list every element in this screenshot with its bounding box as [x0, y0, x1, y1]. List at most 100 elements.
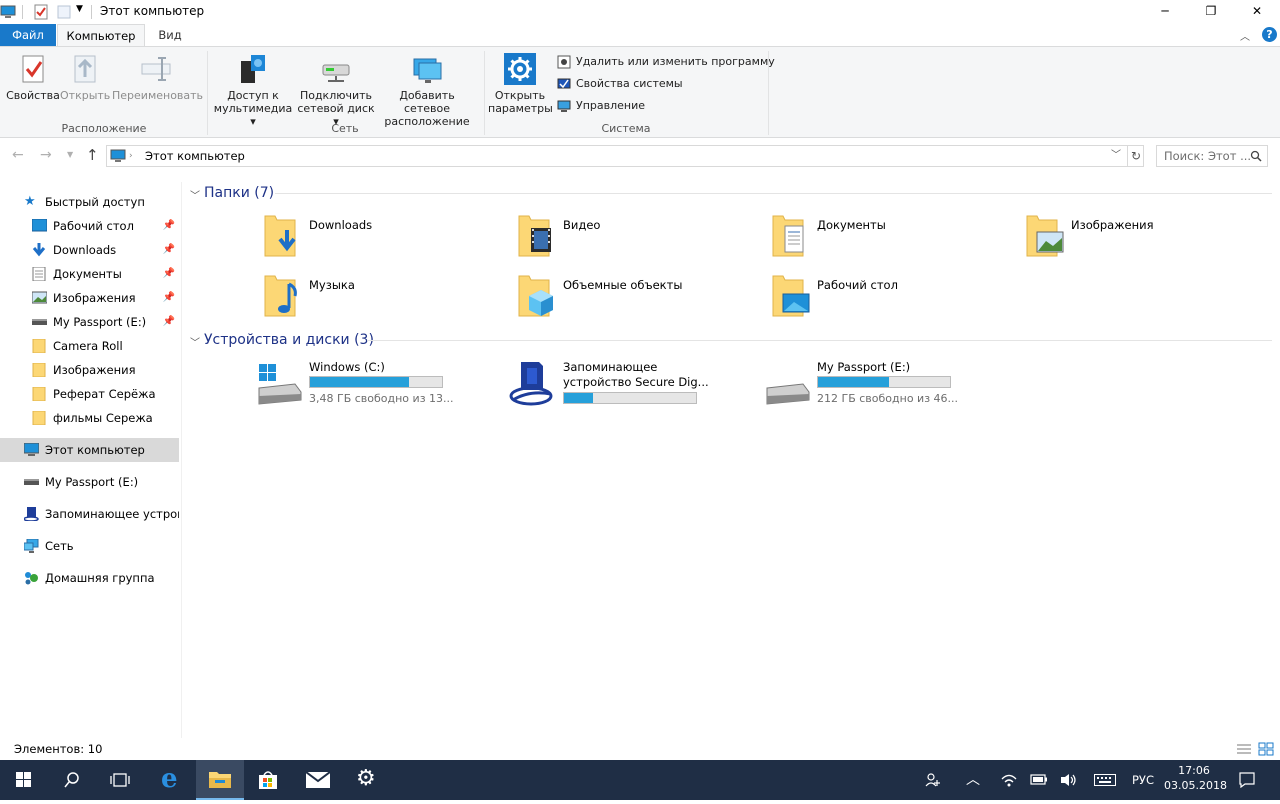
nav-item-documents[interactable]: Документы 📌 — [0, 262, 179, 286]
settings-taskbar-button[interactable]: ⚙ — [342, 760, 390, 800]
touch-keyboard-icon[interactable] — [1088, 760, 1122, 800]
nav-item-camera-roll[interactable]: Camera Roll — [0, 334, 179, 358]
drive-tile-sd[interactable]: Запоминающее устройство Secure Dig... — [509, 360, 759, 410]
search-taskbar-button[interactable] — [48, 760, 96, 800]
nav-item-my-passport[interactable]: My Passport (E:) 📌 — [0, 310, 179, 334]
windows-drive-icon — [255, 360, 303, 408]
this-pc-icon[interactable] — [0, 4, 16, 20]
map-network-drive-button[interactable]: Подключить сетевой диск ▾ — [296, 53, 376, 128]
drive-usage-fill — [564, 393, 594, 403]
nav-item-desktop[interactable]: Рабочий стол 📌 — [0, 214, 179, 238]
media-access-button[interactable]: Доступ к мультимедиа ▾ — [210, 53, 296, 128]
nav-this-pc[interactable]: Этот компьютер — [0, 438, 179, 462]
nav-item-downloads[interactable]: Downloads 📌 — [0, 238, 179, 262]
pin-icon: 📌 — [162, 244, 175, 255]
task-view-button[interactable] — [96, 760, 144, 800]
clock[interactable]: 17:06 03.05.2018 — [1164, 760, 1227, 800]
folder-tile-music[interactable]: Музыка — [261, 272, 501, 322]
folder-tile-desktop[interactable]: Рабочий стол — [769, 272, 1009, 322]
action-center-icon[interactable] — [1232, 760, 1262, 800]
folder-tile-video[interactable]: Видео — [515, 212, 755, 262]
breadcrumb-chevron-icon[interactable]: › — [129, 146, 133, 166]
address-dropdown-icon[interactable]: ﹀ — [1111, 146, 1121, 166]
add-network-location-button[interactable]: Добавить сетевое расположение — [378, 53, 476, 128]
start-button[interactable] — [0, 760, 48, 800]
collapse-chevron-icon[interactable]: ﹀ — [190, 187, 200, 202]
up-arrow-icon[interactable]: ↑ — [86, 146, 99, 164]
address-box[interactable]: › Этот компьютер ﹀ ↻ — [106, 145, 1144, 167]
wifi-icon[interactable] — [994, 760, 1024, 800]
nav-homegroup[interactable]: Домашняя группа — [0, 566, 179, 590]
details-view-icon[interactable] — [1236, 742, 1252, 756]
folder-tile-3d-objects[interactable]: Объемные объекты — [515, 272, 755, 322]
forward-arrow-icon[interactable]: → — [40, 147, 52, 163]
manage-button[interactable]: Управление — [556, 96, 645, 116]
minimize-button[interactable]: ─ — [1142, 0, 1188, 24]
devices-heading[interactable]: Устройства и диски (3) — [204, 329, 374, 351]
window-title: Этот компьютер — [100, 4, 205, 18]
folder-tile-downloads[interactable]: Downloads — [261, 212, 501, 262]
tab-computer[interactable]: Компьютер — [57, 24, 145, 47]
store-taskbar-button[interactable] — [244, 760, 292, 800]
folders-heading[interactable]: Папки (7) — [204, 182, 274, 204]
nav-item-referat[interactable]: Реферат Серёжа — [0, 382, 179, 406]
language-indicator[interactable]: РУС — [1126, 760, 1160, 800]
search-input[interactable]: Поиск: Этот ... — [1156, 145, 1268, 167]
drive-tile-e[interactable]: My Passport (E:) 212 ГБ свободно из 46..… — [763, 360, 1013, 410]
pictures-icon — [32, 291, 47, 304]
external-drive-icon — [763, 360, 811, 408]
nav-quick-access[interactable]: ★ Быстрый доступ — [0, 190, 179, 214]
nav-item-images[interactable]: Изображения — [0, 358, 179, 382]
new-folder-qat-icon[interactable] — [56, 4, 72, 20]
file-explorer-taskbar-button[interactable] — [196, 760, 244, 800]
tab-view[interactable]: Вид — [146, 24, 194, 46]
nav-item-pictures[interactable]: Изображения 📌 — [0, 286, 179, 310]
rename-button[interactable]: Переименовать — [112, 53, 203, 102]
tab-file[interactable]: Файл — [0, 24, 56, 46]
drive-icon — [32, 319, 47, 325]
ribbon-panel: Свойства Открыть Переименовать Расположе… — [0, 46, 1280, 138]
nav-sd-storage[interactable]: Запоминающее устройство — [0, 502, 179, 526]
large-icons-view-icon[interactable] — [1258, 742, 1274, 756]
collapse-chevron-icon[interactable]: ﹀ — [190, 334, 200, 349]
content-pane: ﹀ Папки (7) Downloads Видео Документы Из… — [183, 172, 1280, 738]
collapse-ribbon-icon[interactable]: ︿ — [1240, 28, 1250, 43]
open-button[interactable]: Открыть — [60, 53, 110, 102]
help-icon[interactable]: ? — [1262, 27, 1277, 42]
refresh-icon[interactable]: ↻ — [1131, 146, 1141, 166]
nav-my-passport-drive[interactable]: My Passport (E:) — [0, 470, 179, 494]
folder-icon — [32, 387, 46, 401]
open-settings-button[interactable]: Открыть параметры — [488, 53, 553, 115]
video-folder-icon — [515, 212, 563, 260]
properties-button[interactable]: Свойства — [6, 53, 60, 102]
breadcrumb[interactable]: Этот компьютер — [145, 146, 245, 166]
properties-icon — [17, 53, 49, 85]
drive-tile-c[interactable]: Windows (C:) 3,48 ГБ свободно из 13... — [255, 360, 505, 410]
nav-item-films[interactable]: фильмы Сережа — [0, 406, 179, 430]
recent-locations-icon[interactable]: ▼ — [67, 150, 73, 159]
nav-network[interactable]: Сеть — [0, 534, 179, 558]
mail-taskbar-button[interactable] — [294, 760, 342, 800]
folder-tile-documents[interactable]: Документы — [769, 212, 1009, 262]
address-separator — [1127, 146, 1128, 166]
folder-tile-pictures[interactable]: Изображения — [1023, 212, 1263, 262]
system-properties-button[interactable]: Свойства системы — [556, 74, 683, 94]
close-button[interactable]: ✕ — [1234, 0, 1280, 24]
mail-envelope-icon — [306, 772, 330, 788]
battery-icon[interactable] — [1024, 760, 1054, 800]
back-arrow-icon[interactable]: ← — [12, 147, 24, 163]
group-separator — [484, 51, 485, 135]
volume-icon[interactable] — [1054, 760, 1084, 800]
properties-qat-icon[interactable] — [33, 4, 49, 20]
search-icon — [1250, 150, 1262, 162]
item-count: Элементов: 10 — [14, 742, 103, 756]
uninstall-program-button[interactable]: Удалить или изменить программу — [556, 52, 775, 72]
show-hidden-icons-chevron-icon[interactable]: ︿ — [958, 760, 988, 800]
people-icon[interactable] — [918, 760, 948, 800]
edge-taskbar-button[interactable]: e — [148, 760, 196, 800]
windows-logo-icon — [16, 772, 31, 787]
pin-icon: 📌 — [162, 220, 175, 231]
qat-dropdown-icon[interactable]: ▼ — [76, 4, 83, 14]
folder-icon — [32, 339, 46, 353]
maximize-button[interactable]: ❐ — [1188, 0, 1234, 24]
